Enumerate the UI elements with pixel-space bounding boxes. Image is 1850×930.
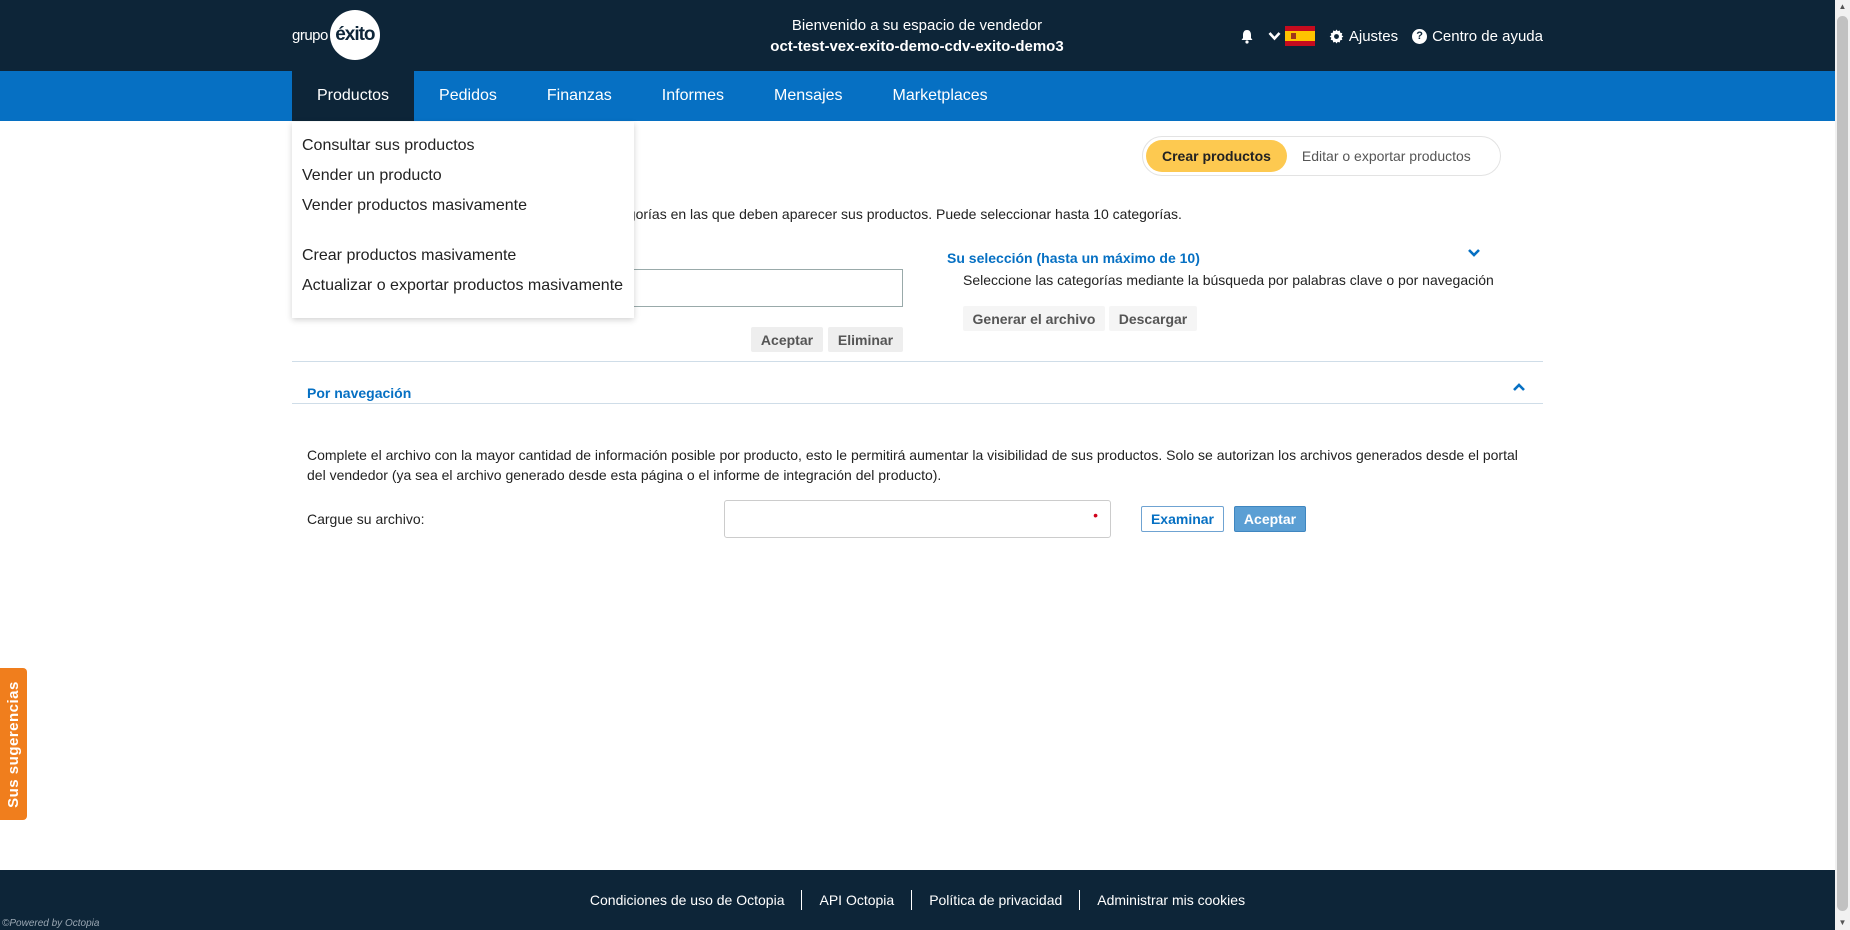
settings-label: Ajustes	[1348, 27, 1399, 45]
suggestions-label: Sus sugerencias	[5, 680, 23, 808]
question-circle-icon: ?	[1412, 28, 1428, 44]
section-divider	[292, 361, 1543, 362]
logo-mark: éxito	[329, 10, 380, 60]
tab-productos[interactable]: Productos	[292, 71, 415, 121]
chevron-up-icon[interactable]	[1512, 382, 1526, 392]
menu-item-vender-producto[interactable]: Vender un producto	[302, 164, 624, 194]
tab-informes[interactable]: Informes	[637, 71, 749, 121]
gear-icon	[1329, 28, 1344, 44]
editar-exportar-toggle[interactable]: Editar o exportar productos	[1287, 148, 1486, 164]
page-scrollbar[interactable]: ▲ ▼	[1835, 0, 1850, 930]
menu-separator	[302, 224, 624, 244]
shop-name: oct-test-vex-exito-demo-cdv-exito-demo3	[770, 38, 1064, 55]
settings-link[interactable]: Ajustes	[1329, 28, 1398, 45]
accept-categories-button[interactable]: Aceptar	[751, 327, 823, 352]
upload-label: Cargue su archivo:	[307, 511, 425, 527]
scroll-up-arrow-icon[interactable]: ▲	[1835, 0, 1850, 14]
language-selector[interactable]	[1268, 26, 1315, 46]
welcome-text: Bienvenido a su espacio de vendedor	[791, 17, 1043, 34]
menu-item-consultar-productos[interactable]: Consultar sus productos	[302, 134, 624, 164]
upload-description: Complete el archivo con la mayor cantida…	[307, 447, 1518, 483]
tab-marketplaces[interactable]: Marketplaces	[868, 71, 1013, 121]
mode-toggle: Crear productos Editar o exportar produc…	[1142, 136, 1501, 176]
tab-finanzas[interactable]: Finanzas	[522, 71, 637, 121]
upload-accept-button[interactable]: Aceptar	[1234, 506, 1306, 532]
scrollbar-thumb[interactable]	[1837, 16, 1848, 911]
help-label: Centro de ayuda	[1432, 27, 1543, 45]
selection-hint: Seleccione las categorías mediante la bú…	[963, 272, 1494, 288]
menu-item-vender-masivamente[interactable]: Vender productos masivamente	[302, 194, 624, 224]
bell-icon	[1241, 29, 1253, 44]
tab-mensajes[interactable]: Mensajes	[749, 71, 867, 121]
notifications-button[interactable]	[1240, 29, 1254, 44]
required-marker: •	[1093, 507, 1098, 523]
top-header: grupo éxito Bienvenido a su espacio de v…	[0, 0, 1835, 71]
crear-productos-toggle[interactable]: Crear productos	[1146, 140, 1287, 172]
footer: Condiciones de uso de Octopia API Octopi…	[0, 870, 1835, 930]
scroll-down-arrow-icon[interactable]: ▼	[1835, 916, 1850, 930]
chevron-down-icon	[1268, 32, 1281, 41]
footer-link-terms[interactable]: Condiciones de uso de Octopia	[573, 890, 802, 910]
generate-file-button[interactable]: Generar el archivo	[963, 306, 1105, 331]
footer-link-privacy[interactable]: Política de privacidad	[911, 890, 1079, 910]
delete-categories-button[interactable]: Eliminar	[828, 327, 903, 352]
file-upload-input[interactable]: •	[724, 500, 1111, 538]
main-nav-bar: Productos Pedidos Finanzas Informes Mens…	[0, 71, 1835, 121]
selection-title[interactable]: Su selección (hasta un máximo de 10)	[947, 250, 1200, 266]
section-divider	[292, 403, 1543, 404]
download-button[interactable]: Descargar	[1109, 306, 1197, 331]
footer-links: Condiciones de uso de Octopia API Octopi…	[0, 890, 1835, 910]
welcome-block: Bienvenido a su espacio de vendedor oct-…	[700, 17, 1134, 55]
productos-dropdown-menu: Consultar sus productos Vender un produc…	[292, 122, 634, 318]
spain-flag-icon	[1284, 26, 1315, 46]
chevron-down-icon[interactable]	[1467, 248, 1481, 258]
tab-pedidos[interactable]: Pedidos	[414, 71, 522, 121]
header-tools: Ajustes ? Centro de ayuda	[1240, 26, 1543, 46]
logo-prefix: grupo	[292, 26, 328, 44]
categories-intro-text: egorías en las que deben aparecer sus pr…	[620, 206, 1182, 222]
suggestions-tab[interactable]: Sus sugerencias	[0, 668, 27, 820]
grupo-exito-logo[interactable]: grupo éxito	[292, 10, 380, 60]
browse-section-title[interactable]: Por navegación	[307, 385, 411, 401]
browse-file-button[interactable]: Examinar	[1141, 506, 1224, 532]
help-center-link[interactable]: ? Centro de ayuda	[1412, 28, 1543, 45]
menu-item-crear-masivamente[interactable]: Crear productos masivamente	[302, 244, 624, 274]
footer-link-cookies[interactable]: Administrar mis cookies	[1079, 890, 1262, 910]
footer-link-api[interactable]: API Octopia	[801, 890, 911, 910]
category-search-input[interactable]	[620, 269, 903, 307]
main-nav: Productos Pedidos Finanzas Informes Mens…	[292, 71, 1013, 121]
powered-by: ©Powered by Octopia	[2, 918, 100, 929]
menu-item-actualizar-exportar[interactable]: Actualizar o exportar productos masivame…	[302, 274, 624, 304]
